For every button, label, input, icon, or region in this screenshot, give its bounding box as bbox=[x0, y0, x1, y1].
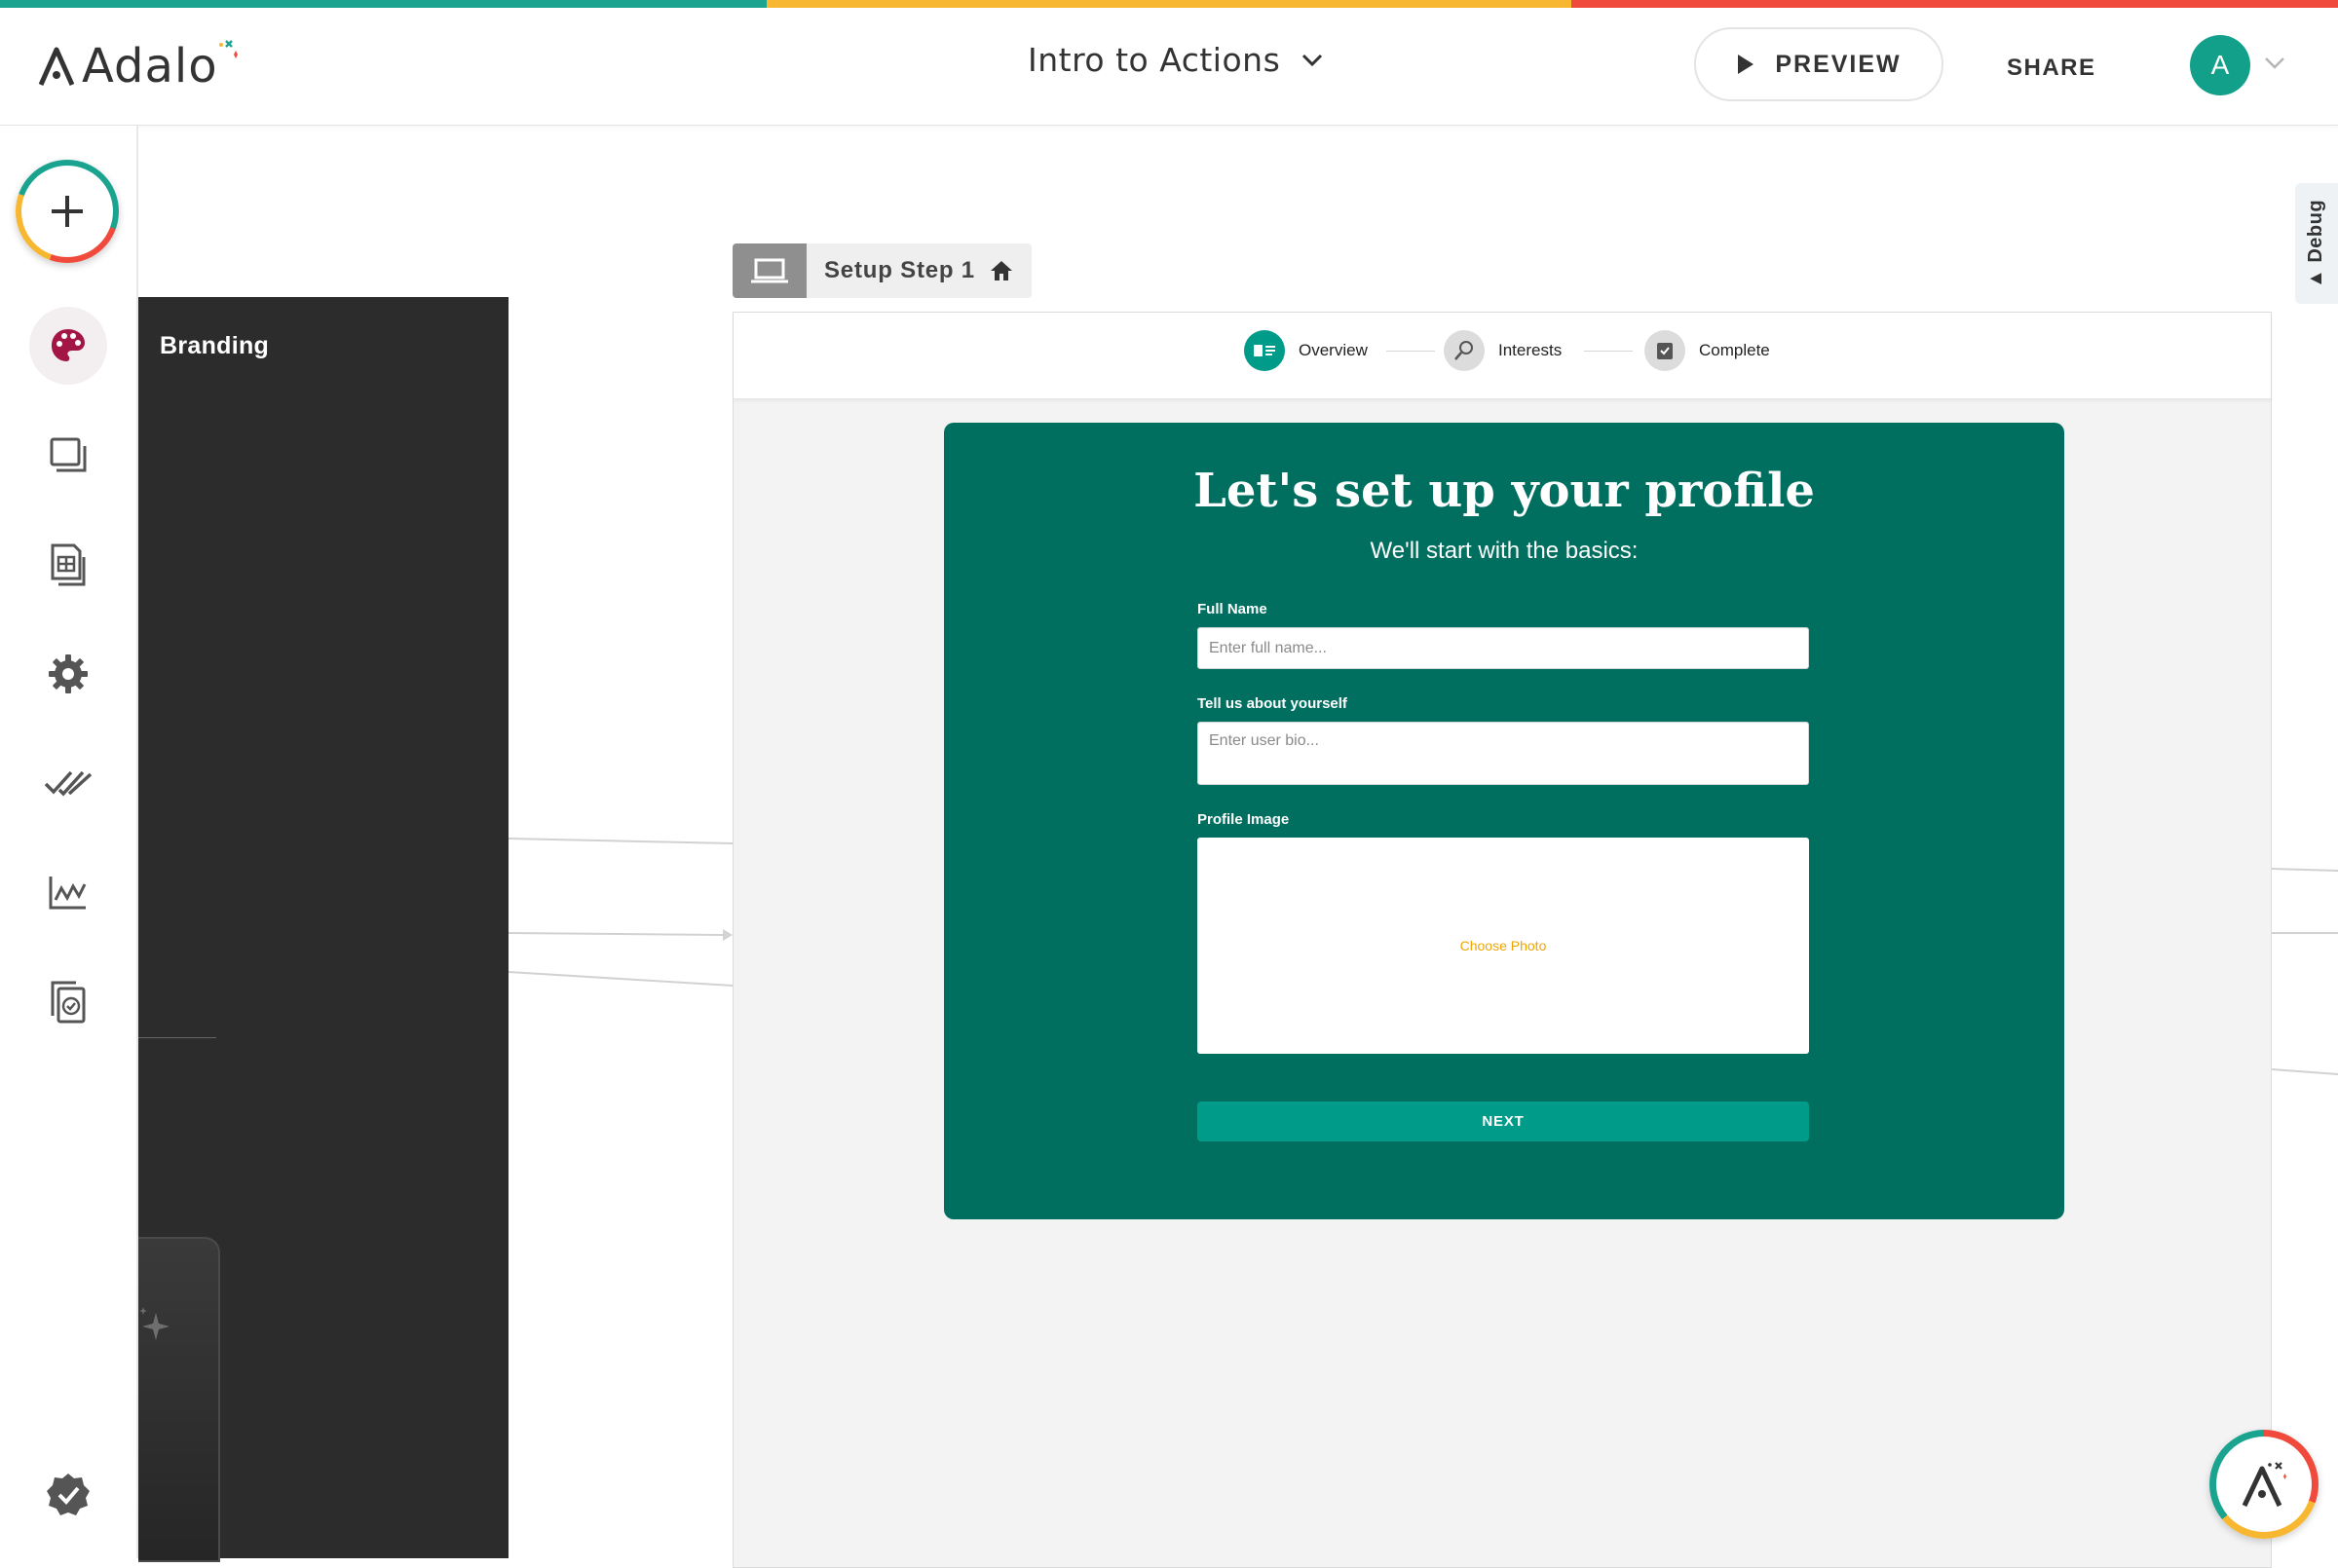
profile-form-card: Let's set up your profile We'll start wi… bbox=[944, 423, 2064, 1219]
form-title: Let's set up your profile bbox=[1193, 464, 1815, 518]
step-interests-badge bbox=[1444, 330, 1485, 371]
full-name-input[interactable] bbox=[1197, 627, 1809, 669]
step-connector bbox=[1584, 351, 1633, 352]
full-name-label: Full Name bbox=[1197, 601, 1267, 617]
search-person-icon bbox=[1454, 341, 1473, 360]
bio-input[interactable] bbox=[1197, 722, 1809, 785]
choose-photo-link[interactable]: Choose Photo bbox=[1460, 938, 1547, 953]
assistant-inner bbox=[2216, 1437, 2312, 1532]
step-overview-badge bbox=[1244, 330, 1285, 371]
form-subtitle: We'll start with the basics: bbox=[1370, 538, 1639, 564]
adalo-assistant-button[interactable] bbox=[2209, 1430, 2319, 1539]
step-label: Complete bbox=[1699, 341, 1770, 359]
laptop-icon bbox=[751, 258, 788, 283]
step-overview[interactable]: Overview bbox=[1244, 330, 1368, 371]
step-interests[interactable]: Interests bbox=[1444, 330, 1562, 371]
progress-stepper: Overview Interests Complete bbox=[734, 313, 2271, 399]
adalo-magic-icon bbox=[2242, 1462, 2286, 1508]
clipboard-check-icon bbox=[1657, 343, 1673, 359]
screen-name: Setup Step 1 bbox=[824, 257, 975, 283]
home-icon bbox=[990, 261, 1012, 280]
debug-tab[interactable]: ▲ Debug bbox=[2295, 183, 2338, 304]
id-card-icon bbox=[1254, 345, 1275, 356]
screen-device-badge bbox=[733, 243, 807, 298]
profile-image-label: Profile Image bbox=[1197, 811, 1290, 828]
step-label: Interests bbox=[1498, 341, 1563, 359]
debug-label: ▲ Debug bbox=[2305, 199, 2327, 288]
next-button[interactable]: NEXT bbox=[1197, 1101, 1809, 1141]
screen-artboard[interactable]: Overview Interests Complete Let's set up… bbox=[733, 312, 2272, 1568]
screen-label[interactable]: Setup Step 1 bbox=[733, 243, 1032, 298]
step-connector bbox=[1386, 351, 1435, 352]
step-complete-badge bbox=[1644, 330, 1685, 371]
profile-image-picker[interactable]: Choose Photo bbox=[1197, 838, 1809, 1054]
step-label: Overview bbox=[1299, 341, 1368, 359]
step-complete[interactable]: Complete bbox=[1644, 330, 1770, 371]
bio-label: Tell us about yourself bbox=[1197, 695, 1347, 712]
